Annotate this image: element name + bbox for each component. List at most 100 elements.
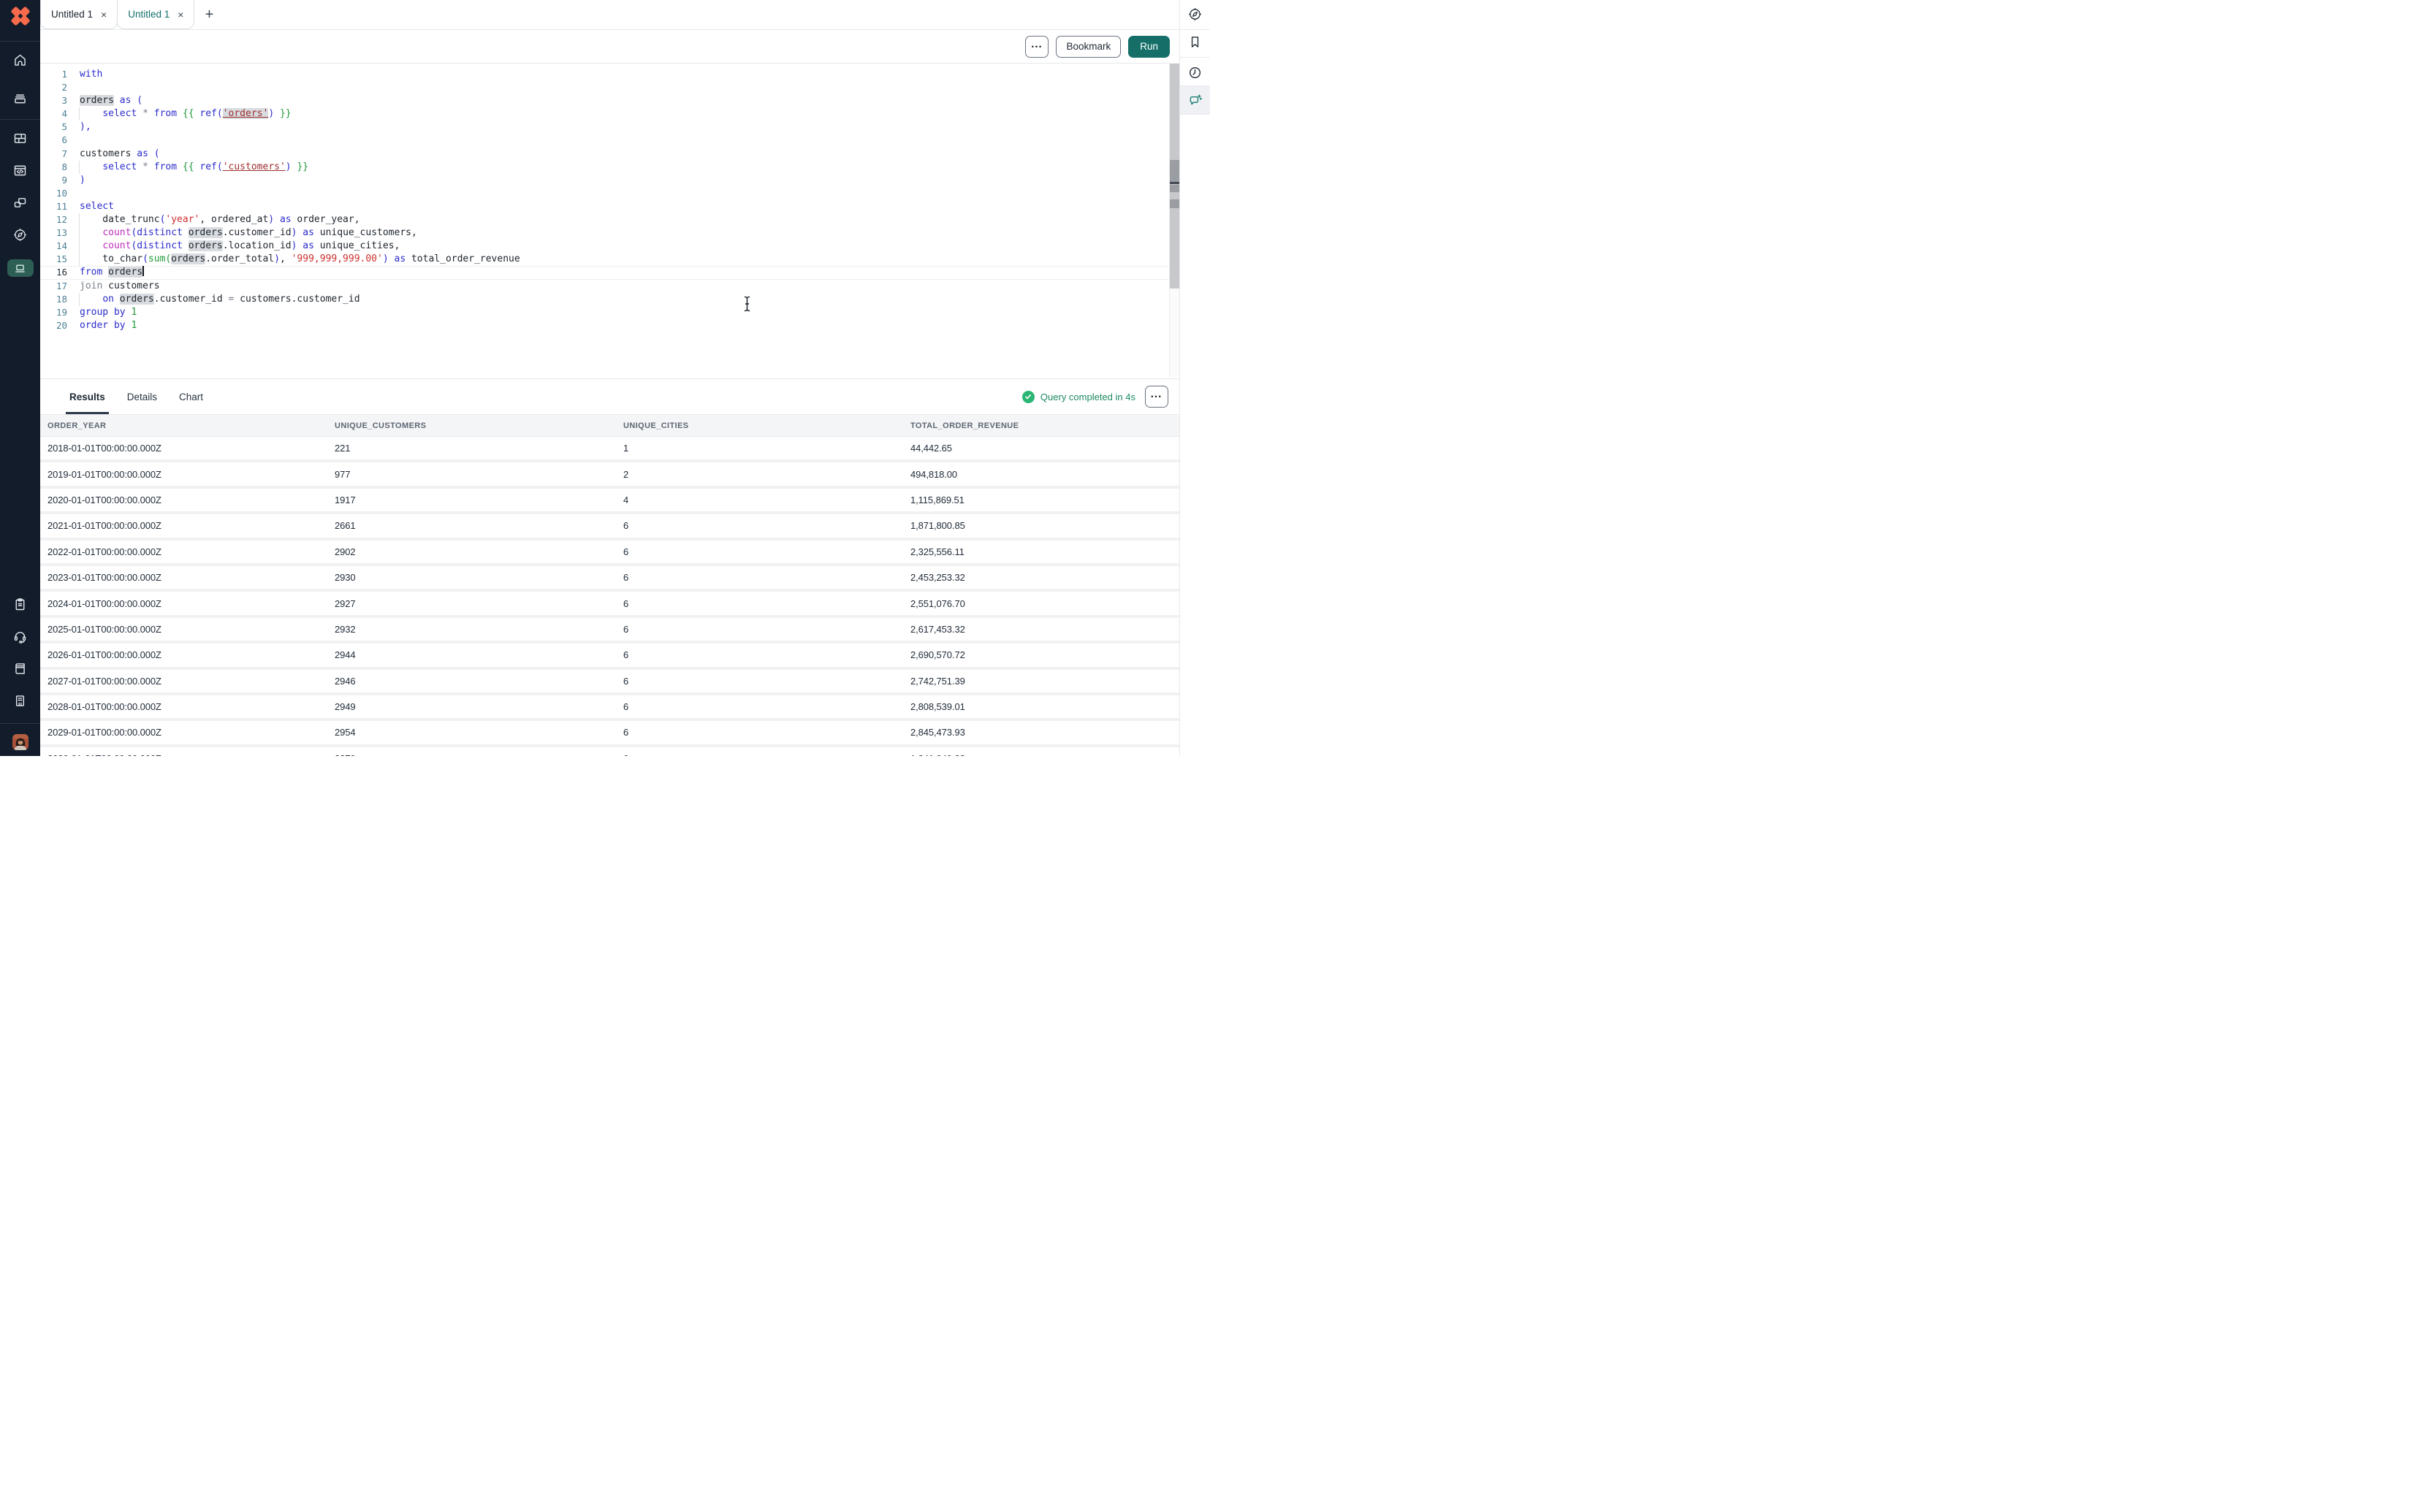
hex-logo[interactable] (0, 4, 40, 28)
column-header[interactable]: ORDER_YEAR (47, 421, 335, 430)
code-line[interactable]: 12 date_trunc('year', ordered_at) as ord… (40, 213, 1179, 226)
column-header[interactable]: TOTAL_ORDER_REVENUE (910, 421, 1179, 430)
table-row[interactable]: 2020-01-01T00:00:00.000Z191741,115,869.5… (40, 489, 1179, 514)
sidebar-item-explore[interactable] (0, 227, 40, 243)
line-number: 7 (40, 148, 67, 161)
sidebar-item-projects[interactable] (0, 91, 40, 106)
line-number: 4 (40, 107, 67, 121)
sidebar-item-docs[interactable] (0, 661, 40, 676)
sql-editor[interactable]: 1with23 orders as (4 select * from {{ ref… (40, 64, 1179, 378)
table-row[interactable]: 2030-01-01T00:00:00.000Z287961,841,049.3… (40, 747, 1179, 756)
table-cell: 2022-01-01T00:00:00.000Z (47, 546, 335, 557)
table-cell: 2,551,076.70 (910, 598, 1179, 609)
rail-item-ai-chat[interactable] (1180, 93, 1210, 108)
sidebar-item-changelog[interactable] (0, 597, 40, 612)
table-cell: 6 (623, 676, 910, 687)
code-line[interactable]: 9) (40, 174, 1179, 187)
rail-item-explore[interactable] (1180, 7, 1210, 22)
table-body: 2018-01-01T00:00:00.000Z221144,442.65201… (40, 437, 1179, 756)
table-cell: 2030-01-01T00:00:00.000Z (47, 753, 335, 756)
code-line[interactable]: 19group by 1 (40, 306, 1179, 319)
table-cell: 2902 (335, 546, 623, 557)
code-line[interactable]: 8 select * from {{ ref('customers') }} (40, 161, 1179, 174)
tab-untitled-2[interactable]: Untitled 1 × (117, 0, 194, 29)
code-line[interactable]: 4 select * from {{ ref('orders') }} (40, 107, 1179, 121)
code-line[interactable]: 16from orders (40, 266, 1179, 279)
sidebar-item-support[interactable] (0, 629, 40, 644)
code-line[interactable]: 1with (40, 68, 1179, 81)
code-line[interactable]: 5), (40, 121, 1179, 134)
results-tab-chart[interactable]: Chart (179, 379, 203, 414)
sidebar-item-notebook-active[interactable] (0, 259, 40, 277)
close-icon[interactable]: × (178, 9, 183, 20)
code-text: with (80, 68, 102, 81)
code-window-icon (12, 163, 28, 178)
table-cell: 2 (623, 469, 910, 480)
line-number: 3 (40, 94, 67, 107)
code-text: orders as ( (80, 94, 142, 107)
table-row[interactable]: 2021-01-01T00:00:00.000Z266161,871,800.8… (40, 514, 1179, 540)
code-line[interactable]: 2 (40, 81, 1179, 94)
table-row[interactable]: 2024-01-01T00:00:00.000Z292762,551,076.7… (40, 592, 1179, 617)
ai-chat-sparkles-icon (1187, 93, 1203, 108)
scrollbar-mark (1170, 199, 1179, 208)
code-line[interactable]: 20order by 1 (40, 319, 1179, 332)
bookmark-button[interactable]: Bookmark (1056, 36, 1121, 58)
query-status-text: Query completed in 4s (1040, 392, 1135, 402)
code-line[interactable]: 15 to_char(sum(orders.order_total), '999… (40, 253, 1179, 266)
results-tab-details[interactable]: Details (127, 379, 157, 414)
compass-icon (1187, 7, 1203, 22)
table-cell: 1917 (335, 495, 623, 505)
sidebar-item-components[interactable] (0, 195, 40, 210)
editor-scrollbar[interactable] (1169, 63, 1179, 377)
user-avatar[interactable] (0, 734, 40, 750)
more-options-button[interactable]: ••• (1025, 36, 1049, 58)
table-cell: 2,617,453.32 (910, 624, 1179, 635)
tab-bar: Untitled 1 × Untitled 1 × + (40, 0, 1179, 30)
code-line[interactable]: 13 count(distinct orders.customer_id) as… (40, 226, 1179, 240)
table-cell: 44,442.65 (910, 443, 1179, 454)
table-row[interactable]: 2022-01-01T00:00:00.000Z290262,325,556.1… (40, 541, 1179, 566)
line-number: 17 (40, 280, 67, 293)
rail-item-bookmarks[interactable] (1180, 34, 1210, 50)
new-tab-button[interactable]: + (194, 0, 224, 29)
code-line[interactable]: 6 (40, 134, 1179, 147)
table-row[interactable]: 2023-01-01T00:00:00.000Z293062,453,253.3… (40, 566, 1179, 592)
table-cell: 2023-01-01T00:00:00.000Z (47, 572, 335, 583)
code-line[interactable]: 3 orders as ( (40, 94, 1179, 107)
code-line[interactable]: 11select (40, 200, 1179, 213)
overlapping-windows-icon (12, 195, 28, 210)
table-row[interactable]: 2028-01-01T00:00:00.000Z294962,808,539.0… (40, 695, 1179, 721)
sidebar-divider (0, 41, 40, 42)
headset-icon (12, 629, 28, 644)
code-line[interactable]: 7customers as ( (40, 148, 1179, 161)
table-row[interactable]: 2019-01-01T00:00:00.000Z9772494,818.00 (40, 462, 1179, 488)
code-lines: 1with23 orders as (4 select * from {{ ref… (40, 64, 1179, 332)
sidebar-item-organization[interactable] (0, 693, 40, 709)
table-row[interactable]: 2027-01-01T00:00:00.000Z294662,742,751.3… (40, 670, 1179, 695)
results-more-button[interactable]: ••• (1145, 386, 1168, 408)
sidebar-item-home[interactable] (0, 53, 40, 68)
table-cell: 4 (623, 495, 910, 505)
run-button[interactable]: Run (1128, 36, 1170, 58)
sidebar-item-apps[interactable] (0, 131, 40, 146)
code-line[interactable]: 18 on orders.customer_id = customers.cus… (40, 293, 1179, 306)
column-header[interactable]: UNIQUE_CITIES (623, 421, 910, 430)
tab-untitled-1[interactable]: Untitled 1 × (40, 0, 118, 29)
table-row[interactable]: 2018-01-01T00:00:00.000Z221144,442.65 (40, 437, 1179, 462)
close-icon[interactable]: × (101, 9, 107, 20)
results-tab-results[interactable]: Results (69, 379, 105, 414)
code-line[interactable]: 17join customers (40, 280, 1179, 293)
table-row[interactable]: 2029-01-01T00:00:00.000Z295462,845,473.9… (40, 721, 1179, 747)
sidebar-item-code[interactable] (0, 163, 40, 178)
column-header[interactable]: UNIQUE_CUSTOMERS (335, 421, 623, 430)
results-tab-bar: Results Details Chart Query completed in 4… (40, 379, 1179, 414)
main-content: Untitled 1 × Untitled 1 × + ••• Bookmark… (40, 0, 1179, 756)
table-cell: 2,742,751.39 (910, 676, 1179, 687)
code-line[interactable]: 10 (40, 187, 1179, 200)
results-panel: Results Details Chart Query completed in 4… (40, 378, 1179, 756)
code-line[interactable]: 14 count(distinct orders.location_id) as… (40, 240, 1179, 253)
table-row[interactable]: 2026-01-01T00:00:00.000Z294462,690,570.7… (40, 644, 1179, 669)
table-row[interactable]: 2025-01-01T00:00:00.000Z293262,617,453.3… (40, 618, 1179, 644)
rail-item-history[interactable] (1180, 65, 1210, 80)
